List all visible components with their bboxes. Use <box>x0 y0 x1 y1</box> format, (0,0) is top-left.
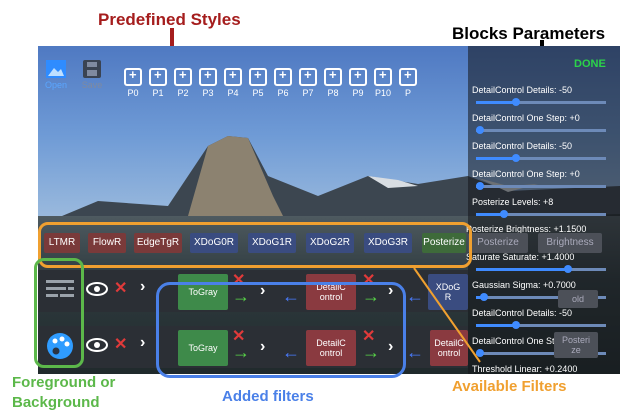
style-label: P7 <box>302 88 314 98</box>
style-label: P <box>404 88 411 98</box>
param-label: Posterize Levels: +8 <box>472 197 554 207</box>
style-p6[interactable]: P6 <box>272 67 294 98</box>
style-label: P2 <box>177 88 189 98</box>
callout-foreground-background-line2: Background <box>12 394 100 411</box>
style-p3[interactable]: P3 <box>197 67 219 98</box>
style-label: P6 <box>277 88 289 98</box>
chevron-right-icon[interactable]: › <box>140 334 145 352</box>
style-label: P4 <box>227 88 239 98</box>
added-filters-highlight <box>156 282 406 378</box>
slider-knob[interactable] <box>564 265 572 273</box>
slider-fill <box>476 157 516 160</box>
style-label: P8 <box>327 88 339 98</box>
style-add-icon <box>374 67 392 86</box>
filter-posterize-2[interactable]: Posterize <box>468 233 528 253</box>
slider-knob[interactable] <box>500 210 508 218</box>
filter-label-line1: Posteri <box>561 335 590 345</box>
style-label: P3 <box>202 88 214 98</box>
style-p1[interactable]: P1 <box>147 67 169 98</box>
slider-fill <box>476 101 516 104</box>
style-p0[interactable]: P0 <box>122 67 144 98</box>
remove-icon[interactable]: ✕ <box>114 278 127 298</box>
save-icon <box>83 60 101 78</box>
style-p2[interactable]: P2 <box>172 67 194 98</box>
style-p8[interactable]: P8 <box>322 67 344 98</box>
style-p10[interactable]: P10 <box>372 67 394 98</box>
style-add-icon <box>274 67 292 86</box>
style-add-icon <box>324 67 342 86</box>
remove-icon[interactable]: ✕ <box>114 334 127 354</box>
pipeline-filter-posterize[interactable]: Posteri ze <box>554 332 598 358</box>
callout-available-filters: Available Filters <box>452 378 567 395</box>
chevron-right-icon[interactable]: › <box>140 278 145 296</box>
filter-label-line2: ze <box>571 345 581 355</box>
style-label: P5 <box>252 88 264 98</box>
slider-knob[interactable] <box>512 321 520 329</box>
callout-blocks-parameters: Blocks Parameters <box>452 24 606 43</box>
param-slider[interactable] <box>476 154 606 162</box>
param-slider[interactable] <box>476 265 606 273</box>
style-p4[interactable]: P4 <box>222 67 244 98</box>
eye-icon[interactable] <box>86 282 108 296</box>
style-p11[interactable]: P <box>397 67 419 98</box>
available-filters-pointer <box>413 267 481 363</box>
style-add-icon <box>249 67 267 86</box>
callout-foreground-background-line1: Foreground or <box>12 374 116 391</box>
style-label: P10 <box>374 88 391 98</box>
slider-knob[interactable] <box>476 126 484 134</box>
eye-icon[interactable] <box>86 338 108 352</box>
pipeline-filter-threshold[interactable]: old <box>558 290 598 308</box>
param-label: DetailControl One Step: +0 <box>472 113 580 123</box>
available-filters-highlight <box>38 222 472 268</box>
style-label: P0 <box>127 88 139 98</box>
foreground-background-highlight <box>34 258 84 368</box>
style-add-icon <box>299 67 317 86</box>
style-p5[interactable]: P5 <box>247 67 269 98</box>
param-label: DetailControl Details: -50 <box>472 141 573 151</box>
style-add-icon <box>199 67 217 86</box>
save-label: Save <box>81 80 103 90</box>
param-slider[interactable] <box>476 98 606 106</box>
style-add-icon <box>349 67 367 86</box>
style-add-icon <box>399 67 417 86</box>
open-button[interactable]: Open <box>38 60 74 90</box>
slider-knob[interactable] <box>512 98 520 106</box>
param-label: DetailControl Details: -50 <box>472 85 573 95</box>
style-add-icon <box>124 67 142 86</box>
image-icon <box>46 60 66 78</box>
callout-predefined-styles: Predefined Styles <box>98 10 241 29</box>
param-slider[interactable] <box>476 182 606 190</box>
param-slider[interactable] <box>476 321 606 329</box>
open-label: Open <box>44 80 68 90</box>
param-label: Saturate Saturate: +1.4000 <box>466 252 575 262</box>
style-add-icon <box>149 67 167 86</box>
style-add-icon <box>174 67 192 86</box>
callout-added-filters: Added filters <box>222 388 314 405</box>
style-add-icon <box>224 67 242 86</box>
slider-knob[interactable] <box>476 182 484 190</box>
param-slider[interactable] <box>476 126 606 134</box>
filter-brightness[interactable]: Brightness <box>538 233 602 253</box>
slider-knob[interactable] <box>512 154 520 162</box>
style-p9[interactable]: P9 <box>347 67 369 98</box>
style-label: P9 <box>352 88 364 98</box>
style-label: P1 <box>152 88 164 98</box>
save-button[interactable]: Save <box>74 60 110 90</box>
param-label: DetailControl One Step: +0 <box>472 169 580 179</box>
style-p7[interactable]: P7 <box>297 67 319 98</box>
param-slider[interactable] <box>476 210 606 218</box>
done-button[interactable]: DONE <box>574 58 606 70</box>
